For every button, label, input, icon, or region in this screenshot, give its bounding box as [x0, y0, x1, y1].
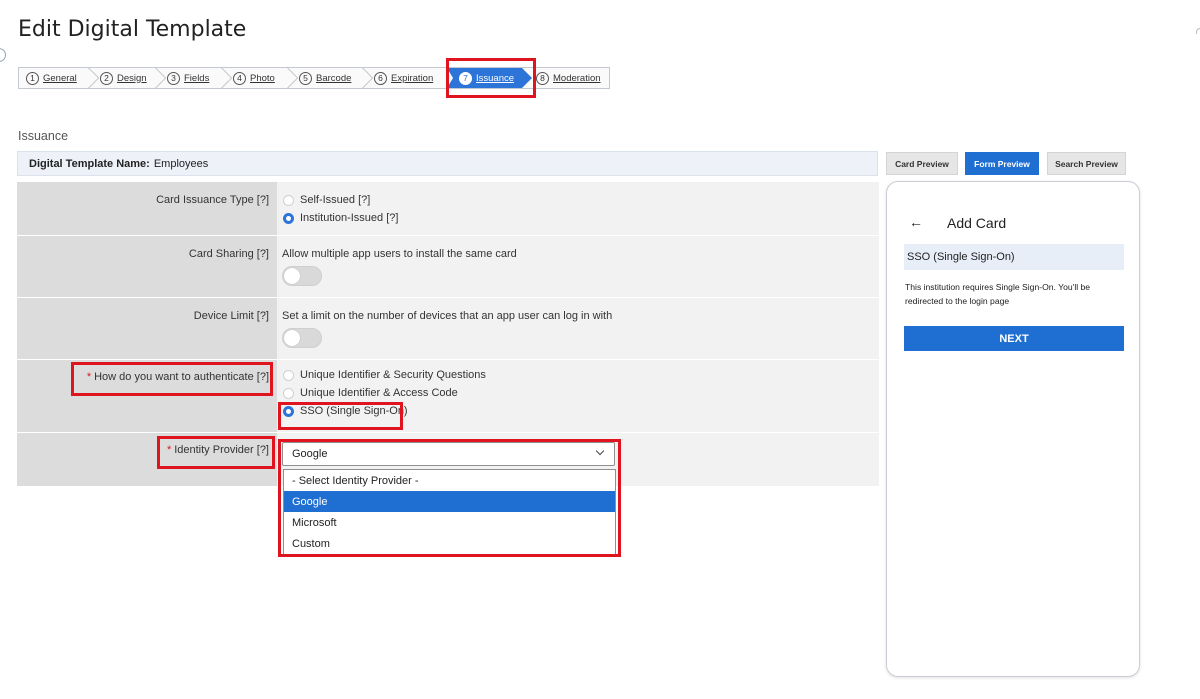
next-button[interactable]: NEXT — [904, 326, 1124, 351]
identity-provider-label: * Identity Provider [?] — [17, 433, 277, 486]
wizard-steps: 1 General 2 Design 3 Fields 4 Photo 5 Ba… — [18, 66, 610, 90]
step-number: 4 — [233, 71, 246, 85]
tab-search-preview[interactable]: Search Preview — [1047, 152, 1126, 175]
step-moderation[interactable]: 8 Moderation — [522, 68, 608, 88]
preview-title: Add Card — [947, 215, 1007, 231]
radio-security-questions[interactable]: Unique Identifier & Security Questions — [282, 366, 879, 384]
step-expiration[interactable]: 6 Expiration — [367, 68, 447, 88]
identity-provider-label-text: Identity Provider [?] — [174, 444, 269, 456]
step-label: Design — [117, 72, 147, 84]
radio-dot — [283, 387, 294, 399]
radio-label: Unique Identifier & Access Code — [300, 387, 458, 399]
chevron-down-icon — [595, 446, 605, 456]
dropdown-option-custom[interactable]: Custom — [284, 533, 615, 554]
step-number: 2 — [100, 71, 113, 85]
section-title: Issuance — [18, 129, 69, 143]
step-number: 6 — [374, 71, 387, 85]
preview-sso-band: SSO (Single Sign-On) — [904, 244, 1124, 270]
step-issuance[interactable]: 7 Issuance — [447, 68, 532, 88]
radio-dot — [283, 212, 294, 224]
dropdown-option-microsoft[interactable]: Microsoft — [284, 512, 615, 533]
row-authenticate: * How do you want to authenticate [?] Uni… — [17, 360, 879, 433]
radio-sso[interactable]: SSO (Single Sign-On) — [282, 402, 879, 420]
device-limit-toggle[interactable] — [282, 328, 322, 348]
step-number: 5 — [299, 71, 312, 85]
page-title: Edit Digital Template — [18, 17, 247, 42]
edge-marker — [1196, 28, 1200, 34]
step-design[interactable]: 2 Design — [93, 66, 167, 90]
step-general[interactable]: 1 General — [19, 66, 100, 90]
step-label: Barcode — [316, 72, 352, 84]
radio-label: Institution-Issued [?] — [300, 212, 399, 224]
card-issuance-label: Card Issuance Type [?] — [17, 182, 277, 235]
radio-self-issued[interactable]: Self-Issued [?] — [282, 191, 879, 209]
radio-label: Self-Issued [?] — [300, 194, 371, 206]
row-device-limit: Device Limit [?] Set a limit on the numb… — [17, 298, 879, 360]
issuance-form: Card Issuance Type [?] Self-Issued [?] I… — [17, 182, 879, 487]
dropdown-option-google[interactable]: Google — [284, 491, 615, 512]
radio-dot — [283, 369, 294, 381]
authenticate-options: Unique Identifier & Security Questions U… — [277, 360, 879, 432]
radio-label: SSO (Single Sign-On) — [300, 405, 408, 417]
radio-dot — [283, 194, 294, 206]
card-issuance-options: Self-Issued [?] Institution-Issued [?] — [277, 182, 879, 235]
required-mark: * — [166, 444, 172, 456]
step-number: 8 — [536, 71, 549, 85]
radio-label: Unique Identifier & Security Questions — [300, 369, 486, 381]
card-sharing-label: Card Sharing [?] — [17, 236, 277, 297]
step-label: General — [43, 72, 77, 84]
step-number: 7 — [459, 71, 472, 85]
card-sharing-toggle[interactable] — [282, 266, 322, 286]
device-limit-field: Set a limit on the number of devices tha… — [277, 298, 879, 359]
template-name-label: Digital Template Name: — [29, 157, 150, 170]
preview-description: This institution requires Single Sign-On… — [905, 282, 1091, 306]
row-card-issuance: Card Issuance Type [?] Self-Issued [?] I… — [17, 182, 879, 236]
authenticate-label: * How do you want to authenticate [?] — [17, 360, 277, 432]
step-label: Expiration — [391, 72, 434, 84]
radio-dot — [283, 405, 294, 417]
step-label: Fields — [184, 72, 210, 84]
back-arrow-icon[interactable]: ← — [909, 214, 923, 230]
toggle-knob — [284, 268, 300, 284]
radio-access-code[interactable]: Unique Identifier & Access Code — [282, 384, 879, 402]
step-number: 3 — [167, 71, 180, 85]
required-mark: * — [86, 371, 92, 383]
collapse-circle-icon[interactable] — [0, 48, 6, 62]
step-label: Issuance — [476, 72, 515, 84]
identity-provider-select[interactable]: Google — [282, 442, 615, 466]
form-preview-phone: ← Add Card SSO (Single Sign-On) This ins… — [886, 181, 1140, 677]
card-sharing-description: Allow multiple app users to install the … — [282, 248, 517, 260]
tab-form-preview[interactable]: Form Preview — [965, 152, 1039, 175]
card-sharing-field: Allow multiple app users to install the … — [277, 236, 879, 297]
tab-card-preview[interactable]: Card Preview — [886, 152, 958, 175]
toggle-knob — [284, 330, 300, 346]
step-number: 1 — [26, 71, 39, 85]
radio-institution-issued[interactable]: Institution-Issued [?] — [282, 209, 879, 227]
step-photo[interactable]: 4 Photo — [226, 66, 299, 90]
identity-provider-dropdown: - Select Identity Provider - Google Micr… — [283, 469, 616, 555]
step-label: Photo — [250, 72, 275, 84]
device-limit-description: Set a limit on the number of devices tha… — [282, 310, 613, 322]
dropdown-option-placeholder[interactable]: - Select Identity Provider - — [284, 470, 615, 491]
step-fields[interactable]: 3 Fields — [160, 66, 233, 90]
template-name-value: Employees — [153, 157, 209, 170]
step-tail — [447, 68, 453, 88]
template-name-bar: Digital Template Name: Employees — [17, 151, 878, 176]
step-barcode[interactable]: 5 Barcode — [292, 66, 374, 90]
authenticate-label-text: How do you want to authenticate [?] — [94, 371, 269, 383]
row-card-sharing: Card Sharing [?] Allow multiple app user… — [17, 236, 879, 298]
device-limit-label: Device Limit [?] — [17, 298, 277, 359]
select-value: Google — [292, 448, 328, 460]
step-label: Moderation — [553, 72, 601, 84]
